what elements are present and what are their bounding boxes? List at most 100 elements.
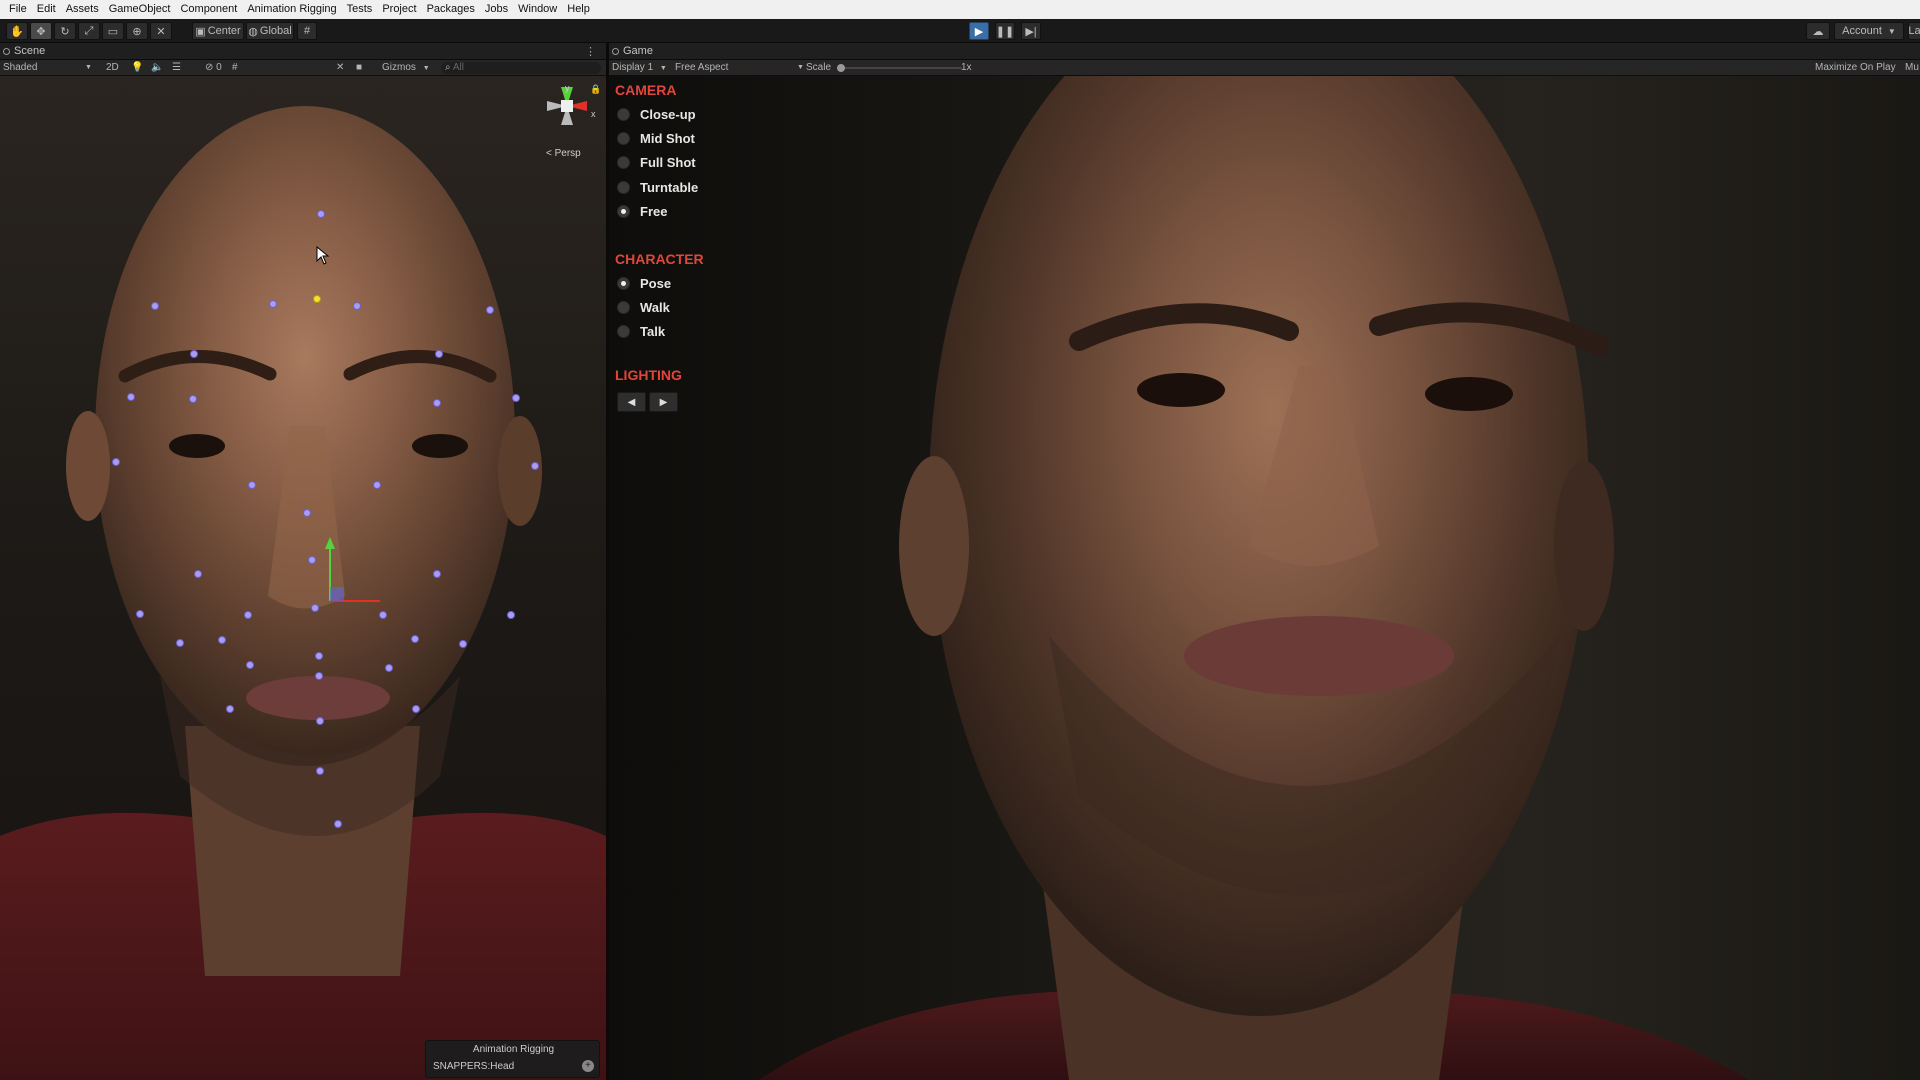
pause-button[interactable]: ❚❚ — [995, 22, 1015, 40]
radio-button[interactable] — [617, 300, 630, 314]
landmark-point[interactable] — [316, 717, 324, 725]
move-gizmo[interactable] — [300, 529, 380, 609]
layers-dropdown[interactable]: La — [1908, 22, 1920, 40]
camera-option-turntable[interactable]: Turntable — [617, 177, 698, 197]
grid-snap-icon[interactable]: # — [297, 22, 317, 40]
landmark-point[interactable] — [248, 481, 256, 489]
step-button[interactable]: ▶| — [1021, 22, 1041, 40]
rect-tool-icon[interactable]: ▭ — [102, 22, 124, 40]
menu-jobs[interactable]: Jobs — [480, 0, 513, 19]
landmark-point[interactable] — [486, 306, 494, 314]
menu-file[interactable]: File — [4, 0, 32, 19]
landmark-point-selected[interactable] — [313, 295, 321, 303]
landmark-point[interactable] — [315, 652, 323, 660]
global-space-button[interactable]: ◍ Global — [246, 22, 294, 40]
landmark-point[interactable] — [112, 458, 120, 466]
menu-assets[interactable]: Assets — [61, 0, 104, 19]
landmark-point[interactable] — [244, 611, 252, 619]
play-button[interactable]: ▶ — [969, 22, 989, 40]
character-option-walk[interactable]: Walk — [617, 297, 670, 317]
game-viewport[interactable] — [609, 76, 1920, 1080]
lighting-toggle-icon[interactable]: 💡 — [131, 60, 143, 76]
custom-tool-icon[interactable]: ✕ — [150, 22, 172, 40]
radio-button[interactable] — [617, 107, 630, 121]
more-options-icon[interactable]: ⋮ — [585, 45, 596, 58]
menu-component[interactable]: Component — [175, 0, 242, 19]
lighting-next-button[interactable]: ▶ — [649, 392, 678, 412]
audio-toggle-icon[interactable]: 🔈 — [151, 60, 163, 76]
character-option-talk[interactable]: Talk — [617, 321, 665, 341]
scale-slider-thumb[interactable] — [837, 64, 845, 72]
landmark-point[interactable] — [531, 462, 539, 470]
landmark-point[interactable] — [176, 639, 184, 647]
display-dropdown[interactable]: Display 1 ▼ — [612, 60, 672, 76]
landmark-point[interactable] — [194, 570, 202, 578]
radio-button[interactable] — [617, 180, 630, 194]
transform-tool-icon[interactable]: ⊕ — [126, 22, 148, 40]
menu-project[interactable]: Project — [377, 0, 421, 19]
scale-tool-icon[interactable]: ⤢ — [78, 22, 100, 40]
menu-packages[interactable]: Packages — [422, 0, 480, 19]
character-option-pose[interactable]: Pose — [617, 273, 671, 293]
landmark-point[interactable] — [315, 672, 323, 680]
add-icon[interactable]: + — [582, 1060, 594, 1072]
shading-mode-dropdown[interactable]: Shaded ▼ — [3, 60, 93, 76]
camera-option-full-shot[interactable]: Full Shot — [617, 152, 696, 172]
landmark-point[interactable] — [127, 393, 135, 401]
account-dropdown[interactable]: Account ▼ — [1834, 22, 1904, 40]
landmark-point[interactable] — [433, 399, 441, 407]
effects-toggle-icon[interactable]: ☰ — [172, 60, 181, 76]
landmark-point[interactable] — [411, 635, 419, 643]
move-tool-icon[interactable]: ✥ — [30, 22, 52, 40]
landmark-point[interactable] — [190, 350, 198, 358]
gizmos-dropdown[interactable]: Gizmos ▼ — [382, 60, 430, 76]
landmark-point[interactable] — [246, 661, 254, 669]
landmark-point[interactable] — [218, 636, 226, 644]
cloud-icon[interactable]: ☁ — [1806, 22, 1830, 40]
radio-button[interactable] — [617, 155, 630, 169]
camera-settings-icon[interactable]: ■ — [356, 60, 362, 76]
landmark-point[interactable] — [316, 767, 324, 775]
menu-animation-rigging[interactable]: Animation Rigging — [242, 0, 341, 19]
maximize-on-play-toggle[interactable]: Maximize On Play — [1815, 60, 1896, 76]
camera-option-free[interactable]: Free — [617, 201, 667, 221]
radio-button[interactable] — [617, 324, 630, 338]
tools-icon[interactable]: ✕ — [336, 60, 344, 76]
radio-button-selected[interactable] — [617, 276, 630, 290]
landmark-point[interactable] — [189, 395, 197, 403]
hidden-objects-toggle[interactable]: ⊘ 0 — [205, 60, 222, 76]
landmark-point[interactable] — [385, 664, 393, 672]
landmark-point[interactable] — [226, 705, 234, 713]
mute-audio-toggle[interactable]: Mu — [1905, 60, 1919, 76]
scale-slider[interactable] — [837, 60, 962, 76]
landmark-point[interactable] — [269, 300, 277, 308]
landmark-point[interactable] — [303, 509, 311, 517]
landmark-point[interactable] — [507, 611, 515, 619]
landmark-point[interactable] — [459, 640, 467, 648]
rotate-tool-icon[interactable]: ↻ — [54, 22, 76, 40]
landmark-point[interactable] — [435, 350, 443, 358]
menu-window[interactable]: Window — [513, 0, 562, 19]
pivot-center-button[interactable]: ▣ Center — [192, 22, 244, 40]
mode-2d-toggle[interactable]: 2D — [106, 60, 119, 76]
menu-help[interactable]: Help — [562, 0, 595, 19]
camera-option-close-up[interactable]: Close-up — [617, 104, 696, 124]
persp-toggle[interactable]: < Persp — [546, 148, 581, 159]
radio-button-selected[interactable] — [617, 204, 630, 218]
menu-edit[interactable]: Edit — [32, 0, 61, 19]
aspect-dropdown[interactable]: Free Aspect ▼ — [675, 60, 805, 76]
landmark-point[interactable] — [317, 210, 325, 218]
lighting-prev-button[interactable]: ◀ — [617, 392, 646, 412]
animation-rigging-overlay[interactable]: Animation Rigging SNAPPERS:Head + — [425, 1040, 600, 1078]
scene-viewport[interactable]: y x 🔒 < Persp — [0, 76, 606, 1080]
landmark-point[interactable] — [433, 570, 441, 578]
tab-game[interactable]: Game — [609, 43, 653, 60]
landmark-point[interactable] — [512, 394, 520, 402]
radio-button[interactable] — [617, 131, 630, 145]
landmark-point[interactable] — [353, 302, 361, 310]
camera-option-mid-shot[interactable]: Mid Shot — [617, 128, 695, 148]
landmark-point[interactable] — [151, 302, 159, 310]
landmark-point[interactable] — [373, 481, 381, 489]
search-input[interactable]: ⌕ All — [441, 62, 601, 74]
menu-gameobject[interactable]: GameObject — [104, 0, 176, 19]
